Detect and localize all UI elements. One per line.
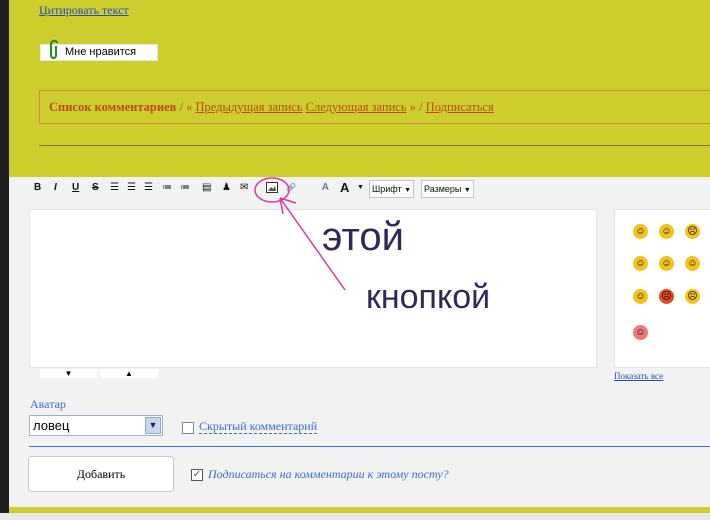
divider <box>29 446 710 447</box>
annotation-text-2: кнопкой <box>366 278 490 316</box>
angry-icon[interactable]: ☹ <box>659 289 674 304</box>
hidden-comment-label[interactable]: Скрытый комментарий <box>199 419 318 434</box>
highlight-circle <box>254 177 290 203</box>
smile-icon[interactable]: ☺ <box>659 224 674 239</box>
expand-editor-button[interactable]: ▲ <box>100 369 158 378</box>
show-all-smiles-link[interactable]: Показать все <box>614 371 663 381</box>
love-icon[interactable]: ☺ <box>633 325 648 340</box>
smiles-panel: ☺ ☺ ☹ ☺ ☺ ☺ ☺ ☹ ☹ ☺ <box>614 209 710 368</box>
annotation-overlay: этой кнопкой <box>254 177 490 316</box>
add-comment-button[interactable]: Добавить <box>28 456 174 492</box>
annotation-text-1: этой <box>322 215 404 259</box>
smile-icon[interactable]: ☺ <box>633 224 648 239</box>
sad-icon[interactable]: ☹ <box>685 289 700 304</box>
subscribe-comments-label[interactable]: Подписаться на комментарии к этому посту… <box>208 467 449 482</box>
smile-icon[interactable]: ☺ <box>659 256 674 271</box>
status-bar <box>0 513 710 520</box>
subscribe-comments-checkbox[interactable]: ✓ <box>191 469 203 481</box>
tongue-icon[interactable]: ☺ <box>685 256 700 271</box>
chevron-down-icon[interactable]: ▼ <box>145 417 161 434</box>
avatar-select-value: ловец <box>33 418 70 433</box>
avatar-label: Аватар <box>30 397 66 411</box>
sad-icon[interactable]: ☹ <box>685 224 700 239</box>
grin-icon[interactable]: ☺ <box>633 256 648 271</box>
cool-icon[interactable]: ☺ <box>633 289 648 304</box>
shrink-editor-button[interactable]: ▼ <box>40 369 97 378</box>
hidden-comment-checkbox[interactable] <box>182 422 194 434</box>
avatar-select[interactable]: ловец ▼ <box>29 415 163 436</box>
